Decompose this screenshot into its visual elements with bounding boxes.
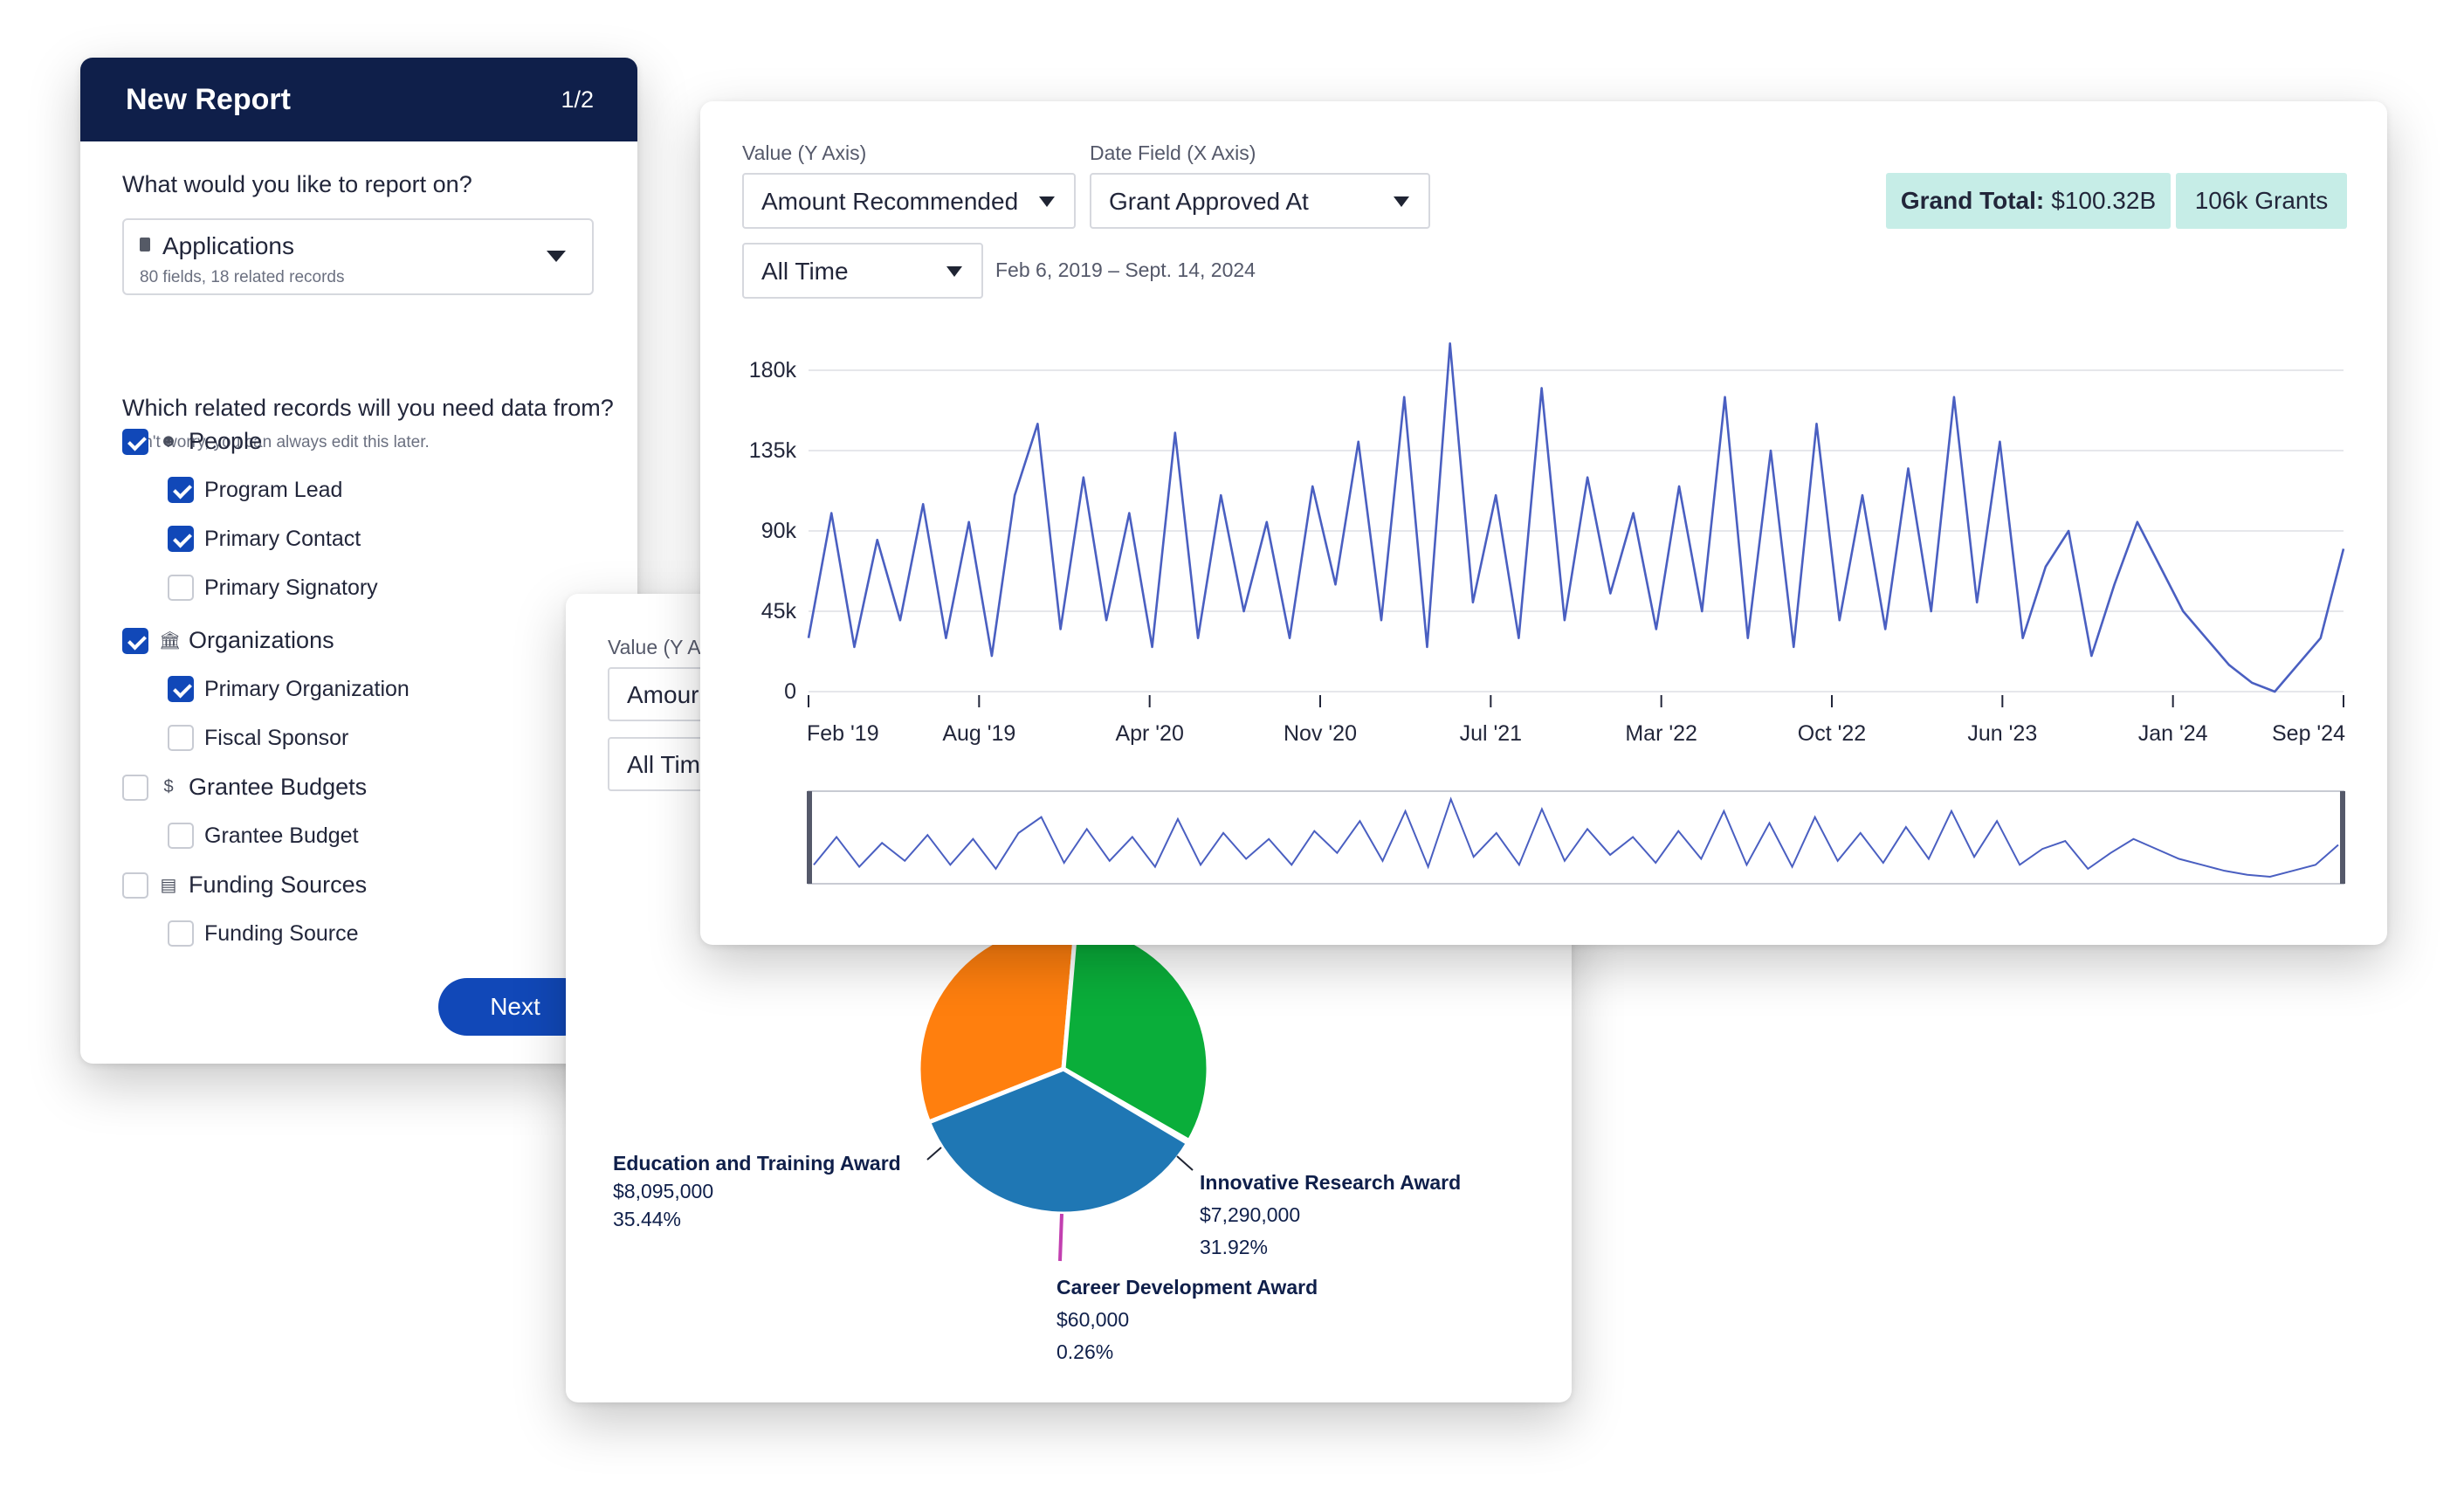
checkbox[interactable] <box>168 676 194 702</box>
slice-name: Education and Training Award <box>613 1152 901 1175</box>
series-line <box>807 342 2345 693</box>
checkbox[interactable] <box>122 428 148 455</box>
item-label: Fiscal Sponsor <box>204 725 349 750</box>
item-label: Grantee Budget <box>204 823 359 848</box>
group-label: Funding Sources <box>189 872 368 898</box>
y-tick-label: 135k <box>749 438 797 463</box>
slice-amount: $60,000 <box>1056 1307 1130 1331</box>
item-label: Primary Signatory <box>204 575 378 600</box>
checkbox[interactable] <box>168 575 194 601</box>
money-icon: ▤ <box>160 876 177 895</box>
x-tick-label: Jun '23 <box>1967 721 2037 746</box>
x-tick-label: Aug '19 <box>942 721 1015 746</box>
leader-line <box>1176 1155 1194 1171</box>
related-records-question: Which related records will you need data… <box>122 395 614 421</box>
item-label: Primary Organization <box>204 676 410 701</box>
checkbox[interactable] <box>168 725 194 751</box>
x-tick-label: Jul '21 <box>1460 721 1522 746</box>
y-tick-label: 0 <box>784 679 796 704</box>
x-tick-label: Jan '24 <box>2138 721 2208 746</box>
checkbox[interactable] <box>122 627 148 654</box>
slice-label-career: Career Development Award $60,000 0.26% <box>1056 1271 1318 1368</box>
group-funding-sources[interactable]: ▤ Funding Sources <box>122 872 367 899</box>
brush-handle-left <box>807 791 812 884</box>
slice-percent: 31.92% <box>1200 1235 1269 1258</box>
group-label: Organizations <box>189 627 334 653</box>
slice-name: Career Development Award <box>1056 1276 1318 1299</box>
slice-percent: 0.26% <box>1056 1340 1114 1363</box>
report-object-select[interactable]: Applications 80 fields, 18 related recor… <box>122 218 594 295</box>
x-tick-label: Nov '20 <box>1284 721 1357 746</box>
x-tick-label: Oct '22 <box>1798 721 1866 746</box>
line-chart-panel: Value (Y Axis) Date Field (X Axis) Amoun… <box>700 101 2387 945</box>
checkbox[interactable] <box>168 823 194 849</box>
checkbox[interactable] <box>168 920 194 947</box>
building-icon: 🏛 <box>159 631 182 651</box>
group-label: People <box>189 428 263 454</box>
step-indicator: 1/2 <box>561 86 594 113</box>
slice-amount: $7,290,000 <box>1200 1202 1301 1226</box>
group-organizations[interactable]: 🏛 Organizations <box>122 627 334 654</box>
chevron-down-icon <box>547 251 566 262</box>
checkbox[interactable] <box>122 872 148 899</box>
item-primary-signatory[interactable]: Primary Signatory <box>168 575 378 601</box>
report-object-subtitle: 80 fields, 18 related records <box>140 268 345 286</box>
item-label: Funding Source <box>204 920 359 946</box>
slice-name: Innovative Research Award <box>1200 1171 1462 1194</box>
x-tick-label: Feb '19 <box>807 721 879 746</box>
report-object-title: Applications <box>162 232 294 259</box>
slice-amount: $8,095,000 <box>613 1180 714 1203</box>
group-grantee-budgets[interactable]: $ Grantee Budgets <box>122 774 367 801</box>
group-label: Grantee Budgets <box>189 774 368 800</box>
item-primary-contact[interactable]: Primary Contact <box>168 526 361 552</box>
overview-frame <box>808 790 2344 885</box>
person-icon: ☻ <box>159 431 178 451</box>
checkbox[interactable] <box>168 477 194 503</box>
checkbox[interactable] <box>122 774 148 801</box>
budget-icon: $ <box>163 777 174 796</box>
leader-line <box>926 1147 942 1161</box>
group-people[interactable]: ☻ People <box>122 428 262 455</box>
item-label: Program Lead <box>204 477 343 502</box>
x-tick-label: Apr '20 <box>1115 721 1183 746</box>
item-primary-organization[interactable]: Primary Organization <box>168 676 410 702</box>
y-tick-label: 90k <box>761 519 797 543</box>
report-title: New Report <box>126 82 291 116</box>
slice-label-education: Education and Training Award $8,095,000 … <box>613 1149 901 1234</box>
x-tick-label: Mar '22 <box>1625 721 1697 746</box>
line-chart: 0 45k 90k 135k 180k Feb '19 Aug '19 Apr '20 Nov … <box>749 342 2345 885</box>
x-tick-label: Sep '24 <box>2272 721 2345 746</box>
item-funding-source[interactable]: Funding Source <box>168 920 359 947</box>
y-tick-label: 45k <box>761 599 797 624</box>
brush-handle-right <box>2340 791 2345 884</box>
checkbox[interactable] <box>168 526 194 552</box>
report-question: What would you like to report on? <box>122 171 472 197</box>
report-header: New Report 1/2 <box>80 58 637 141</box>
y-tick-label: 180k <box>749 358 797 382</box>
slice-percent: 35.44% <box>613 1208 682 1231</box>
item-label: Primary Contact <box>204 526 361 551</box>
item-program-lead[interactable]: Program Lead <box>168 477 342 503</box>
slice-label-innovative: Innovative Research Award $7,290,000 31.… <box>1200 1167 1461 1263</box>
item-fiscal-sponsor[interactable]: Fiscal Sponsor <box>168 725 348 751</box>
document-icon <box>140 238 150 251</box>
new-report-panel: New Report 1/2 What would you like to re… <box>80 58 637 1064</box>
leader-line <box>1058 1213 1063 1262</box>
item-grantee-budget[interactable]: Grantee Budget <box>168 823 359 849</box>
